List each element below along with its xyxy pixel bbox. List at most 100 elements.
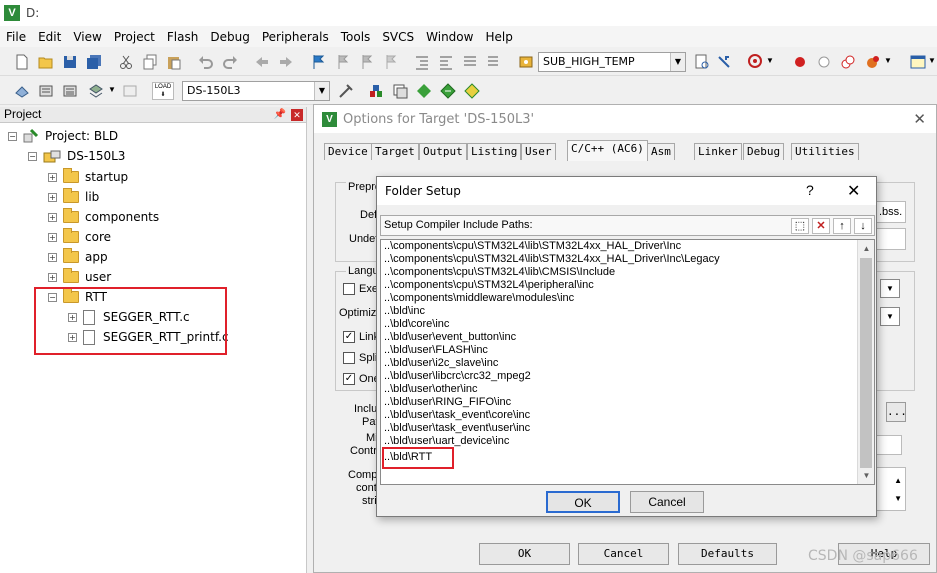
find-in-files-icon[interactable]: [518, 54, 534, 70]
list-scrollbar[interactable]: ▲ ▼: [857, 240, 874, 484]
include-path-item[interactable]: ..\components\cpu\STM32L4\peripheral\inc: [381, 279, 874, 292]
prev-bookmark-icon[interactable]: [334, 54, 350, 70]
tree-group-core[interactable]: + core: [48, 227, 111, 247]
layout-dropdown-icon[interactable]: ▼: [928, 56, 936, 65]
new-file-icon[interactable]: [14, 54, 30, 70]
menu-debug[interactable]: Debug: [204, 30, 255, 44]
move-down-icon[interactable]: ↓: [854, 218, 872, 234]
tree-group-startup[interactable]: + startup: [48, 167, 128, 187]
misc-controls-field[interactable]: [876, 435, 902, 455]
expand-icon[interactable]: +: [48, 212, 57, 222]
menu-flash[interactable]: Flash: [161, 30, 204, 44]
tab-utilities[interactable]: Utilities: [791, 143, 859, 160]
open-folder-icon[interactable]: [38, 54, 54, 70]
clear-bookmarks-icon[interactable]: [382, 54, 398, 70]
expand-icon[interactable]: +: [48, 172, 57, 182]
cut-icon[interactable]: [118, 54, 134, 70]
replace-icon[interactable]: [716, 54, 732, 70]
save-all-icon[interactable]: [86, 54, 102, 70]
include-path-item[interactable]: ..\bld\core\inc: [381, 318, 874, 331]
tree-group-lib[interactable]: + lib: [48, 187, 99, 207]
menu-peripherals[interactable]: Peripherals: [256, 30, 335, 44]
breakpoint-icon[interactable]: [792, 54, 808, 70]
undo-icon[interactable]: [198, 54, 214, 70]
nav-back-icon[interactable]: [254, 54, 270, 70]
tab-asm[interactable]: Asm: [647, 143, 675, 160]
save-icon[interactable]: [62, 54, 78, 70]
chevron-down-icon[interactable]: ▼: [670, 53, 685, 71]
options-ok-button[interactable]: OK: [479, 543, 570, 565]
tab-target[interactable]: Target: [371, 143, 419, 160]
tree-group-app[interactable]: + app: [48, 247, 108, 267]
expand-icon[interactable]: +: [48, 252, 57, 262]
comment-icon[interactable]: [462, 54, 478, 70]
download-icon[interactable]: LOAD ⬇: [152, 82, 174, 100]
include-path-item[interactable]: ..\bld\user\RING_FIFO\inc: [381, 396, 874, 409]
tab-cpp-ac6[interactable]: C/C++ (AC6): [567, 140, 648, 161]
debug-session-icon[interactable]: [748, 54, 764, 70]
run-time-env-icon[interactable]: [440, 83, 456, 99]
include-browse-button[interactable]: ...: [886, 402, 907, 422]
help-icon[interactable]: ?: [806, 182, 814, 198]
unindent-icon[interactable]: [438, 54, 454, 70]
find-combo[interactable]: SUB_HIGH_TEMP ▼: [538, 52, 686, 72]
include-path-item[interactable]: ..\bld\user\FLASH\inc: [381, 344, 874, 357]
include-path-item[interactable]: ..\bld\user\task_event\core\inc: [381, 409, 874, 422]
chevron-down-icon[interactable]: ▼: [314, 82, 329, 100]
target-options-icon[interactable]: [338, 83, 354, 99]
options-cancel-button[interactable]: Cancel: [578, 543, 669, 565]
close-icon[interactable]: ✕: [913, 110, 926, 128]
next-bookmark-icon[interactable]: [358, 54, 374, 70]
execute-checkbox[interactable]: [343, 283, 355, 295]
include-path-item[interactable]: ..\components\cpu\STM32L4\lib\STM32L4xx_…: [381, 240, 874, 253]
include-path-item[interactable]: ..\bld\user\i2c_slave\inc: [381, 357, 874, 370]
folder-cancel-button[interactable]: Cancel: [630, 491, 704, 513]
paste-icon[interactable]: [166, 54, 182, 70]
kill-breakpoints-icon[interactable]: [864, 54, 880, 70]
redo-icon[interactable]: [222, 54, 238, 70]
manage-project-icon[interactable]: [368, 83, 384, 99]
split-checkbox[interactable]: [343, 352, 355, 364]
tree-group-components[interactable]: + components: [48, 207, 159, 227]
one-elf-checkbox[interactable]: ✓: [343, 373, 355, 385]
debug-dropdown-icon[interactable]: ▼: [766, 56, 774, 65]
event-recorder-icon[interactable]: [464, 83, 480, 99]
target-combo[interactable]: DS-150L3 ▼: [182, 81, 330, 101]
tab-listing[interactable]: Listing: [467, 143, 522, 160]
close-icon[interactable]: ✕: [847, 181, 860, 201]
pack-installer-icon[interactable]: [416, 83, 432, 99]
stop-build-icon[interactable]: [122, 83, 138, 99]
include-path-item[interactable]: ..\bld\user\uart_device\inc: [381, 435, 874, 448]
include-path-item[interactable]: ..\bld\user\event_button\inc: [381, 331, 874, 344]
expand-icon[interactable]: +: [48, 272, 57, 282]
breakpoint-dropdown-icon[interactable]: ▼: [884, 56, 892, 65]
include-path-item[interactable]: ..\bld\inc: [381, 305, 874, 318]
include-path-item[interactable]: ..\components\cpu\STM32L4\lib\STM32L4xx_…: [381, 253, 874, 266]
disable-all-breakpoints-icon[interactable]: [840, 54, 856, 70]
menu-window[interactable]: Window: [420, 30, 479, 44]
include-path-item[interactable]: ..\bld\user\task_event\user\inc: [381, 422, 874, 435]
scroll-down-icon[interactable]: ▼: [858, 468, 874, 484]
tree-target[interactable]: − DS-150L3: [28, 146, 125, 166]
chevron-down-icon[interactable]: ▼: [880, 307, 900, 326]
collapse-icon[interactable]: −: [8, 131, 17, 141]
tree-group-user[interactable]: + user: [48, 267, 111, 287]
menu-view[interactable]: View: [67, 30, 107, 44]
tab-output[interactable]: Output: [419, 143, 467, 160]
include-path-item[interactable]: ..\components\cpu\STM32L4\lib\CMSIS\Incl…: [381, 266, 874, 279]
tree-project-root[interactable]: − Project: BLD: [8, 126, 118, 146]
scroll-up-icon[interactable]: ▲: [858, 241, 874, 257]
pin-icon[interactable]: 📌: [274, 107, 286, 122]
rebuild-icon[interactable]: [62, 83, 78, 99]
nav-forward-icon[interactable]: [278, 54, 294, 70]
new-folder-icon[interactable]: ⬚: [791, 218, 809, 234]
batch-dropdown-icon[interactable]: ▼: [108, 85, 116, 94]
incremental-find-icon[interactable]: [694, 54, 710, 70]
expand-icon[interactable]: +: [48, 232, 57, 242]
include-path-item[interactable]: ..\bld\user\other\inc: [381, 383, 874, 396]
tab-debug[interactable]: Debug: [743, 143, 785, 160]
bookmark-icon[interactable]: [310, 54, 326, 70]
undefine-field[interactable]: [876, 228, 906, 250]
chevron-down-icon[interactable]: ▼: [880, 279, 900, 298]
delete-icon[interactable]: ✕: [812, 218, 830, 234]
